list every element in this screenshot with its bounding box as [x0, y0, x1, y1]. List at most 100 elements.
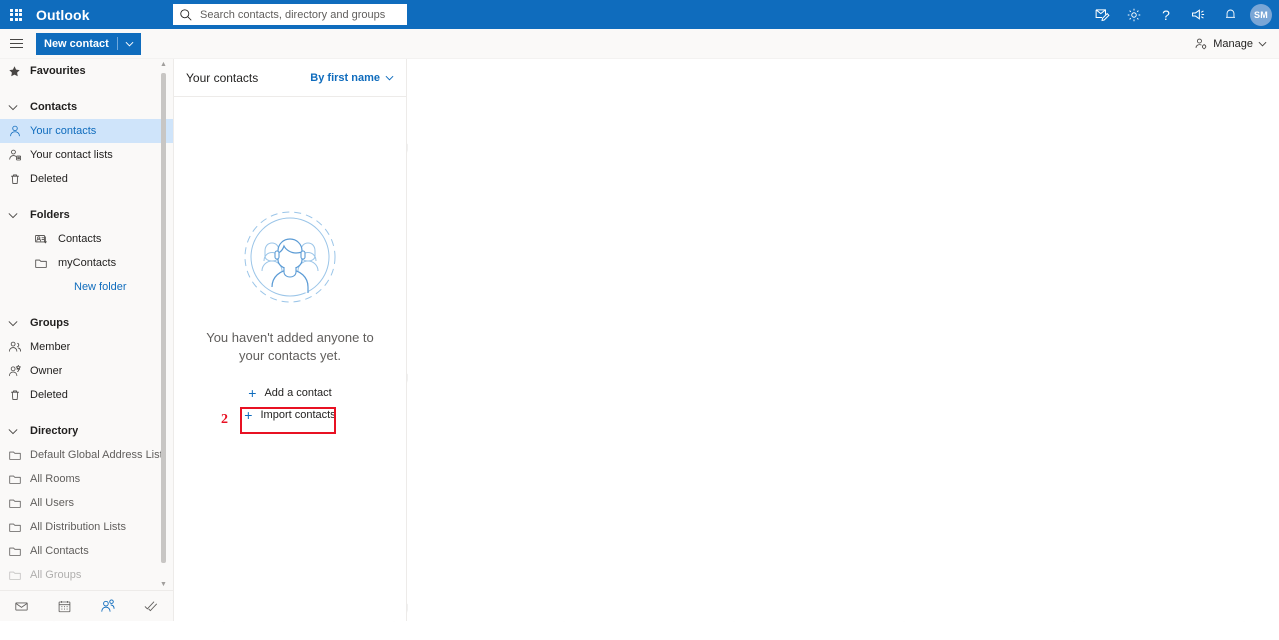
- plus-icon: +: [248, 385, 257, 401]
- sidebar-item-label: Contacts: [30, 101, 78, 113]
- sidebar-item-contacts[interactable]: Contacts: [0, 227, 173, 251]
- chevron-down-icon: [8, 428, 30, 435]
- sidebar-item-label: Owner: [30, 365, 63, 377]
- search-input[interactable]: [198, 7, 401, 22]
- add-a-contact-label: Add a contact: [264, 387, 332, 399]
- folder-icon: [8, 472, 30, 486]
- sort-dropdown[interactable]: By first name: [310, 72, 394, 84]
- scrollbar-thumb[interactable]: [161, 73, 166, 563]
- calendar-app-icon[interactable]: [43, 591, 86, 622]
- search-box[interactable]: [173, 4, 407, 25]
- manage-person-icon: [1195, 38, 1207, 49]
- sidebar-item-label: Contacts: [58, 233, 102, 245]
- app-launcher-icon[interactable]: [0, 0, 32, 29]
- new-contact-button[interactable]: New contact: [36, 32, 141, 55]
- sidebar-scrollbar[interactable]: ▲ ▼: [158, 59, 169, 590]
- sidebar-item-label: Deleted: [30, 389, 68, 401]
- annotation-step-number: 2: [221, 412, 228, 427]
- sidebar-item-member[interactable]: Member: [0, 335, 173, 359]
- sidebar-item-groups[interactable]: Groups: [0, 311, 173, 335]
- folder-icon: [8, 568, 30, 582]
- sidebar-item-deleted[interactable]: Deleted: [0, 167, 173, 191]
- import-contacts-button[interactable]: + Import contacts: [236, 404, 343, 426]
- sidebar-item-folders[interactable]: Folders: [0, 203, 173, 227]
- sidebar-scroll-area: Favourites Contacts Your contacts Your cont…: [0, 59, 173, 590]
- empty-state: You haven't added anyone to your contact…: [174, 209, 406, 426]
- people-app-icon[interactable]: [87, 591, 130, 622]
- plus-icon: +: [244, 407, 253, 423]
- folder-icon: [8, 544, 30, 558]
- chevron-down-icon[interactable]: [118, 41, 141, 47]
- sidebar-item-label: Directory: [30, 425, 79, 437]
- add-a-contact-button[interactable]: + Add a contact: [240, 382, 339, 404]
- list-header: Your contacts By first name: [174, 59, 406, 97]
- chevron-down-icon: [8, 320, 30, 327]
- top-app-bar: Outlook ?: [0, 0, 1279, 29]
- sidebar: Favourites Contacts Your contacts Your cont…: [0, 59, 174, 621]
- sidebar-item-all-contacts[interactable]: All Contacts: [0, 539, 173, 563]
- page-title: Your contacts: [186, 70, 259, 85]
- sidebar-item-label: All Distribution Lists: [30, 521, 126, 533]
- brand-title[interactable]: Outlook: [36, 7, 90, 23]
- sidebar-item-mycontacts[interactable]: myContacts: [0, 251, 173, 275]
- trash-icon: [8, 172, 30, 186]
- manage-button[interactable]: Manage: [1194, 37, 1267, 51]
- search-icon: [180, 8, 192, 21]
- sidebar-item-all-users[interactable]: All Users: [0, 491, 173, 515]
- sidebar-item-label: All Groups: [30, 569, 82, 581]
- scroll-down-arrow[interactable]: ▼: [158, 579, 169, 590]
- avatar[interactable]: SM: [1250, 3, 1272, 26]
- gear-icon[interactable]: [1118, 0, 1150, 29]
- reading-pane: [408, 59, 1279, 621]
- folder-icon: [8, 496, 30, 510]
- contact-card-icon: [34, 232, 58, 246]
- sidebar-item-your-contacts[interactable]: Your contacts: [0, 119, 173, 143]
- top-bar-icons: ? SM: [1086, 0, 1279, 29]
- chevron-down-icon: [8, 104, 30, 111]
- sidebar-item-label: Your contact lists: [30, 149, 113, 161]
- sidebar-item-default-global-address-list[interactable]: Default Global Address List: [0, 443, 173, 467]
- new-message-icon[interactable]: [1086, 0, 1118, 29]
- scroll-up-arrow[interactable]: ▲: [158, 59, 169, 70]
- sidebar-item-all-rooms[interactable]: All Rooms: [0, 467, 173, 491]
- sidebar-item-label: Member: [30, 341, 71, 353]
- sidebar-item-your-contact-lists[interactable]: Your contact lists: [0, 143, 173, 167]
- sidebar-item-label: All Rooms: [30, 473, 81, 485]
- chevron-down-icon: [385, 75, 394, 81]
- chevron-down-icon: [1258, 41, 1267, 47]
- sort-label: By first name: [310, 71, 380, 84]
- tasks-app-icon[interactable]: [130, 591, 173, 622]
- sidebar-item-label: Groups: [30, 317, 70, 329]
- mail-app-icon[interactable]: [0, 591, 43, 622]
- sidebar-item-contacts[interactable]: Contacts: [0, 95, 173, 119]
- empty-state-actions: + Add a contact + Import contacts: [236, 382, 343, 426]
- folder-icon: [8, 520, 30, 534]
- hamburger-icon[interactable]: [0, 29, 32, 59]
- bell-icon[interactable]: [1214, 0, 1246, 29]
- sidebar-item-favourites[interactable]: Favourites: [0, 59, 173, 83]
- empty-state-message: You haven't added anyone to your contact…: [206, 330, 374, 363]
- contact-list-pane: Your contacts By first name You haven't …: [174, 59, 407, 621]
- folder-icon: [34, 256, 58, 270]
- sidebar-item-owner[interactable]: Owner: [0, 359, 173, 383]
- star-icon: [8, 65, 30, 78]
- people-list-icon: [8, 148, 30, 162]
- new-contact-label: New contact: [44, 37, 109, 50]
- sidebar-item-label: Folders: [30, 209, 70, 221]
- sidebar-item-label: Favourites: [30, 65, 86, 77]
- sidebar-item-all-distribution-lists[interactable]: All Distribution Lists: [0, 515, 173, 539]
- sidebar-item-label: Default Global Address List: [30, 449, 163, 461]
- sidebar-item-all-groups[interactable]: All Groups: [0, 563, 173, 587]
- three-people-illustration: [244, 211, 336, 303]
- command-bar: New contact Manage: [0, 29, 1279, 59]
- sidebar-item-new-folder[interactable]: New folder: [0, 275, 173, 299]
- feedback-icon[interactable]: [1182, 0, 1214, 29]
- sidebar-item-deleted[interactable]: Deleted: [0, 383, 173, 407]
- question-icon[interactable]: ?: [1150, 0, 1182, 29]
- folder-icon: [8, 448, 30, 462]
- chevron-down-icon: [8, 212, 30, 219]
- sidebar-item-directory[interactable]: Directory: [0, 419, 173, 443]
